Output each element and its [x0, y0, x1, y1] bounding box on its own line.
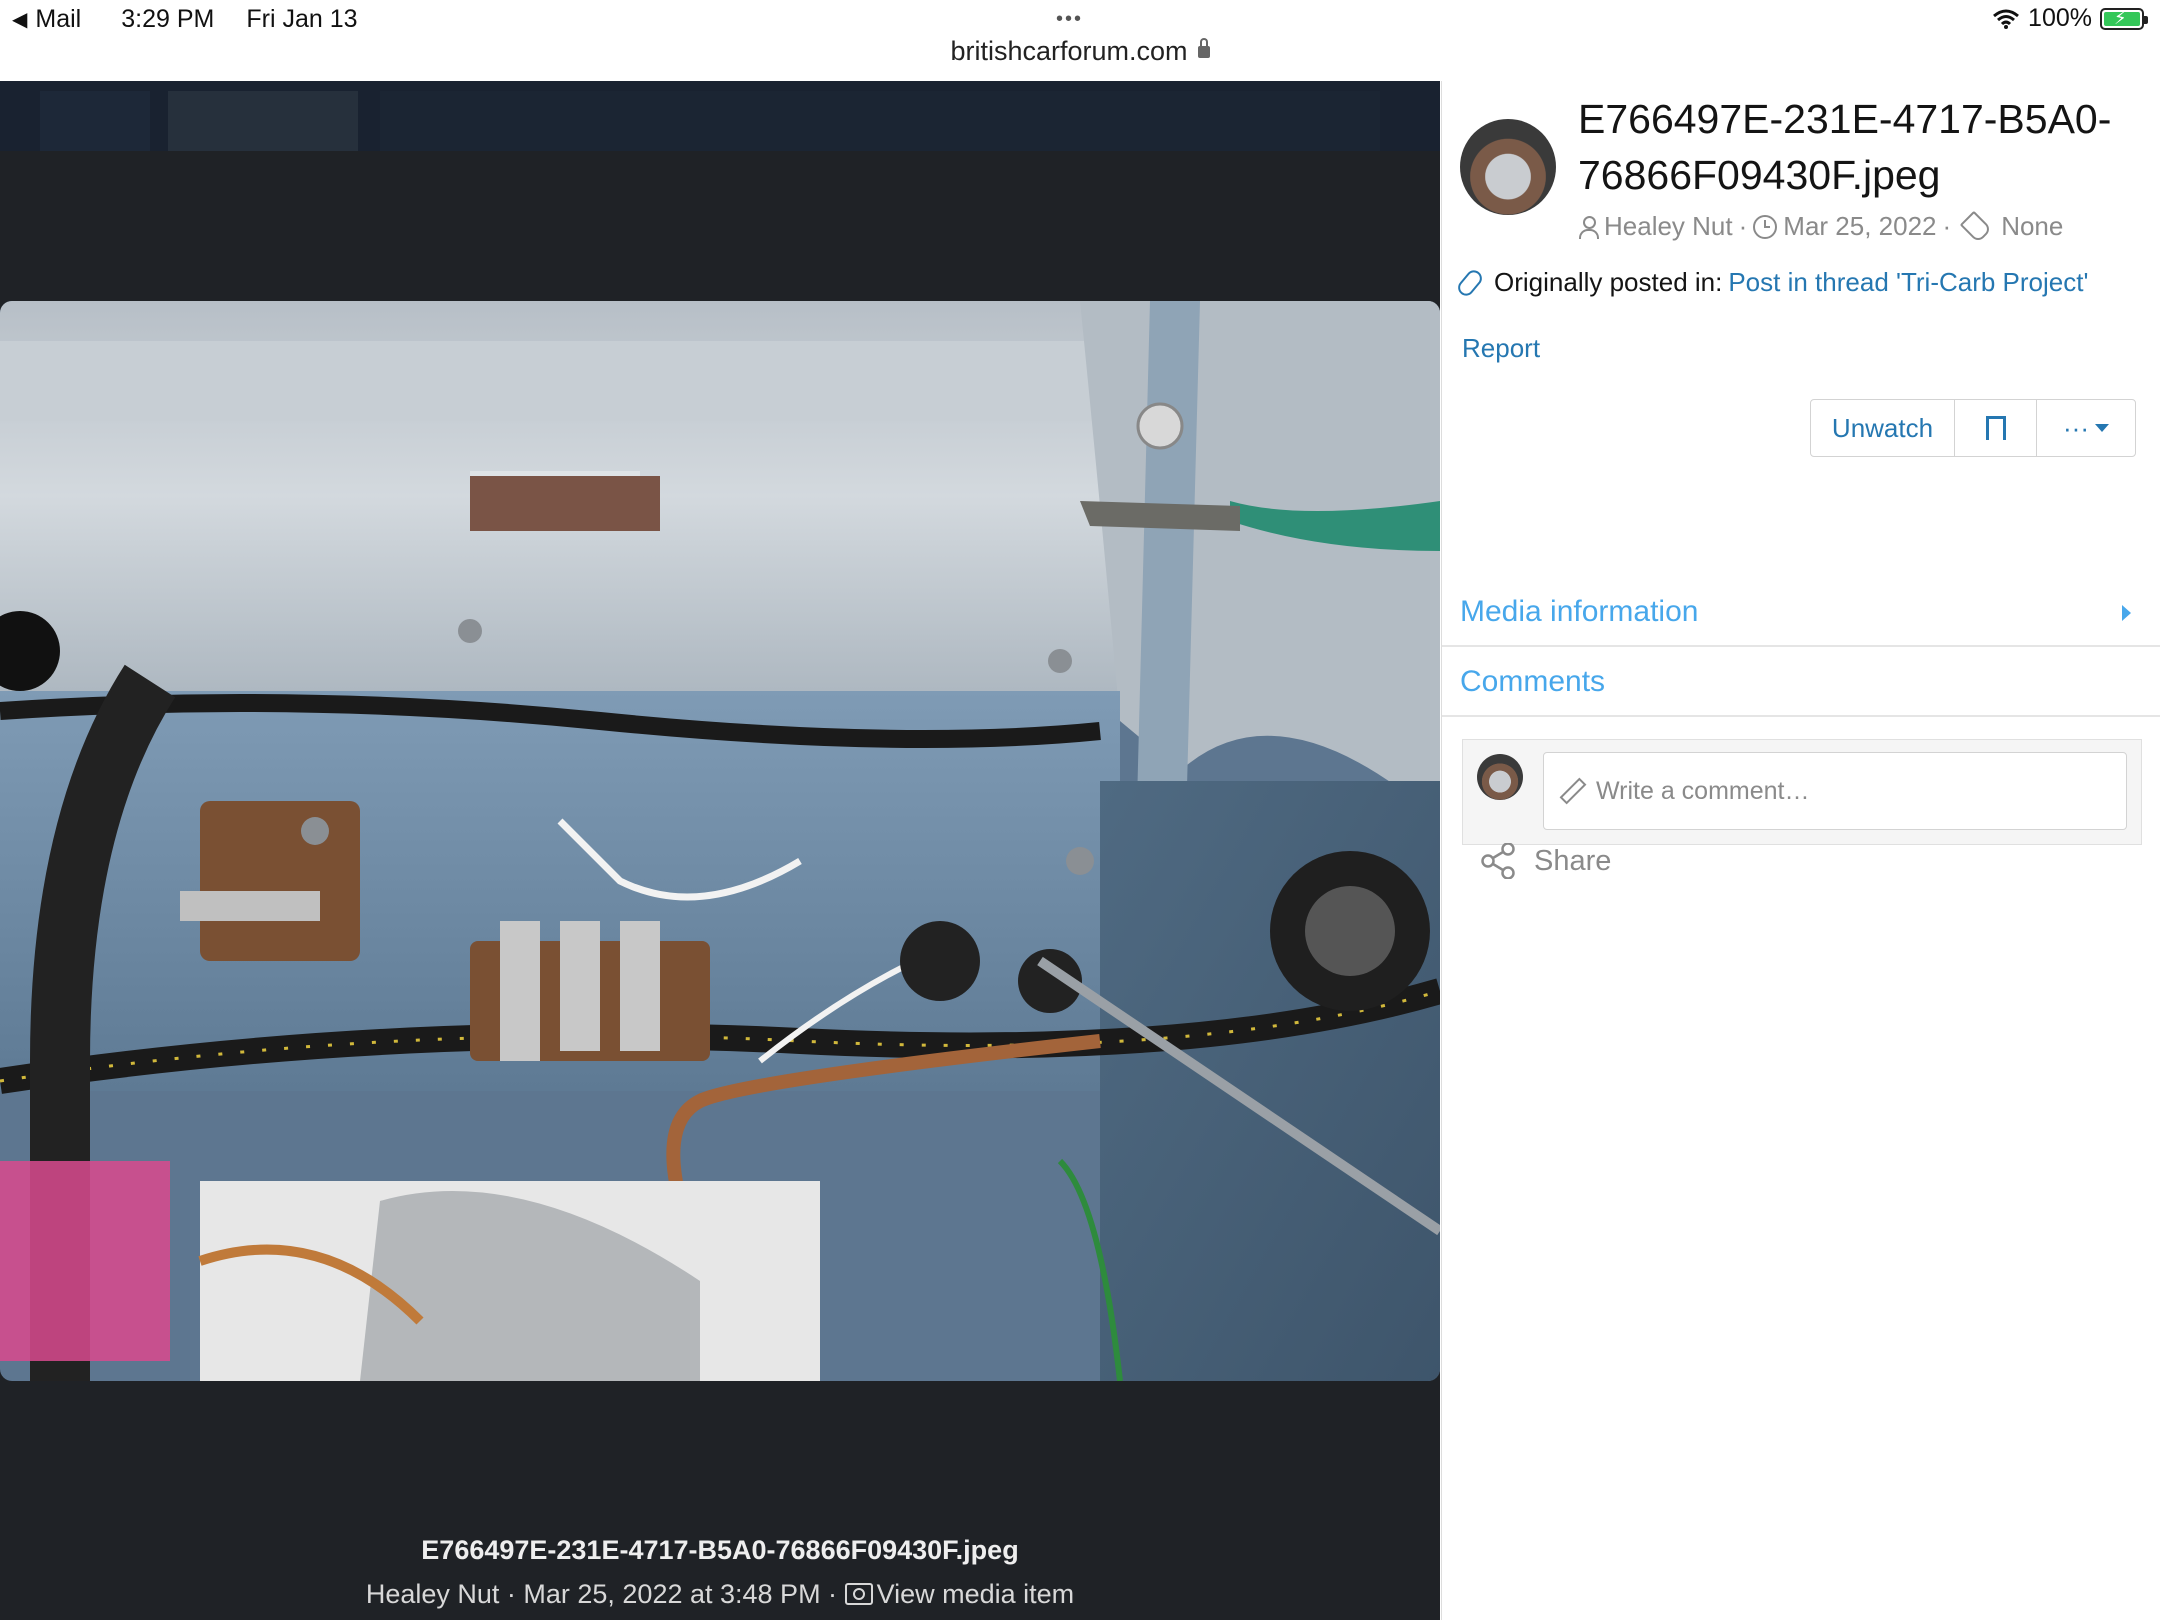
comments-header: Comments [1442, 649, 2160, 717]
author-link[interactable]: Healey Nut [1604, 211, 1733, 242]
multitask-dots-icon[interactable]: ••• [1056, 8, 1083, 31]
status-bar: ◀ Mail 3:29 PM Fri Jan 13 ••• 100% ⚡ [0, 0, 2160, 40]
media-caption-title: E766497E-231E-4717-B5A0-76866F09430F.jpe… [421, 1535, 1019, 1565]
address-bar[interactable]: britishcarforum.com [0, 36, 2160, 80]
comment-input[interactable]: Write a comment… [1543, 752, 2127, 830]
user-icon [1578, 215, 1599, 239]
more-dots-icon: ··· [2063, 412, 2089, 443]
share-label: Share [1534, 844, 1612, 877]
bookmark-icon [1985, 416, 2006, 442]
comment-composer: Write a comment… [1462, 739, 2142, 845]
battery-percent: 100% [2028, 4, 2092, 32]
more-options-button[interactable]: ··· [2037, 400, 2135, 456]
camera-icon [844, 1583, 873, 1605]
clock-icon [1753, 214, 1778, 239]
media-caption-meta: Healey Nut · Mar 25, 2022 at 3:48 PM · V… [0, 1579, 1440, 1610]
originally-posted-in: Originally posted in: Post in thread 'Tr… [1454, 266, 2088, 299]
unwatch-button[interactable]: Unwatch [1811, 400, 1955, 456]
pencil-icon [1559, 777, 1587, 805]
media-information-toggle[interactable]: Media information [1442, 579, 2160, 647]
thread-link[interactable]: Post in thread 'Tri-Carb Project' [1728, 267, 2088, 298]
media-actions: Unwatch ··· [1810, 399, 2136, 457]
battery-icon: ⚡ [2100, 7, 2148, 30]
bookmark-button[interactable] [1955, 400, 2037, 456]
paperclip-icon [1454, 266, 1486, 299]
media-meta: Healey Nut · Mar 25, 2022 · None [1578, 210, 2064, 243]
comment-placeholder: Write a comment… [1596, 776, 1810, 805]
avatar [1477, 754, 1523, 800]
comments-label: Comments [1460, 665, 1606, 698]
dimmed-nav-tab [40, 91, 150, 151]
back-to-mail-link[interactable]: Mail [35, 5, 81, 34]
report-link[interactable]: Report [1462, 333, 1540, 364]
chevron-right-icon [2122, 605, 2131, 621]
wifi-icon [1993, 9, 2020, 29]
chevron-down-icon [2094, 424, 2109, 432]
tag-icon [1959, 210, 1993, 243]
share-button[interactable]: Share [1480, 842, 1612, 880]
lock-icon [1197, 38, 1210, 58]
view-media-item-link[interactable]: View media item [877, 1579, 1075, 1609]
url-text: britishcarforum.com [950, 36, 1188, 66]
originally-posted-label: Originally posted in: [1494, 267, 1723, 297]
media-sidebar: E766497E-231E-4717-B5A0-76866F09430F.jpe… [1441, 81, 2160, 1620]
media-image[interactable] [0, 301, 1440, 1381]
status-date: Fri Jan 13 [246, 5, 358, 33]
media-tags: None [2001, 211, 2064, 241]
dimmed-nav-bar [380, 91, 1380, 151]
back-arrow-icon[interactable]: ◀ [12, 7, 27, 32]
media-information-label: Media information [1460, 595, 1699, 628]
media-caption-byline: Healey Nut · Mar 25, 2022 at 3:48 PM · [365, 1579, 838, 1609]
media-title: E766497E-231E-4717-B5A0-76866F09430F.jpe… [1578, 96, 2112, 198]
avatar[interactable] [1460, 119, 1556, 215]
status-time: 3:29 PM [121, 5, 215, 33]
media-date: Mar 25, 2022 [1783, 211, 1937, 241]
media-lightbox: E766497E-231E-4717-B5A0-76866F09430F.jpe… [0, 81, 1440, 1620]
share-icon [1480, 842, 1516, 880]
dimmed-nav-tab [168, 91, 358, 151]
